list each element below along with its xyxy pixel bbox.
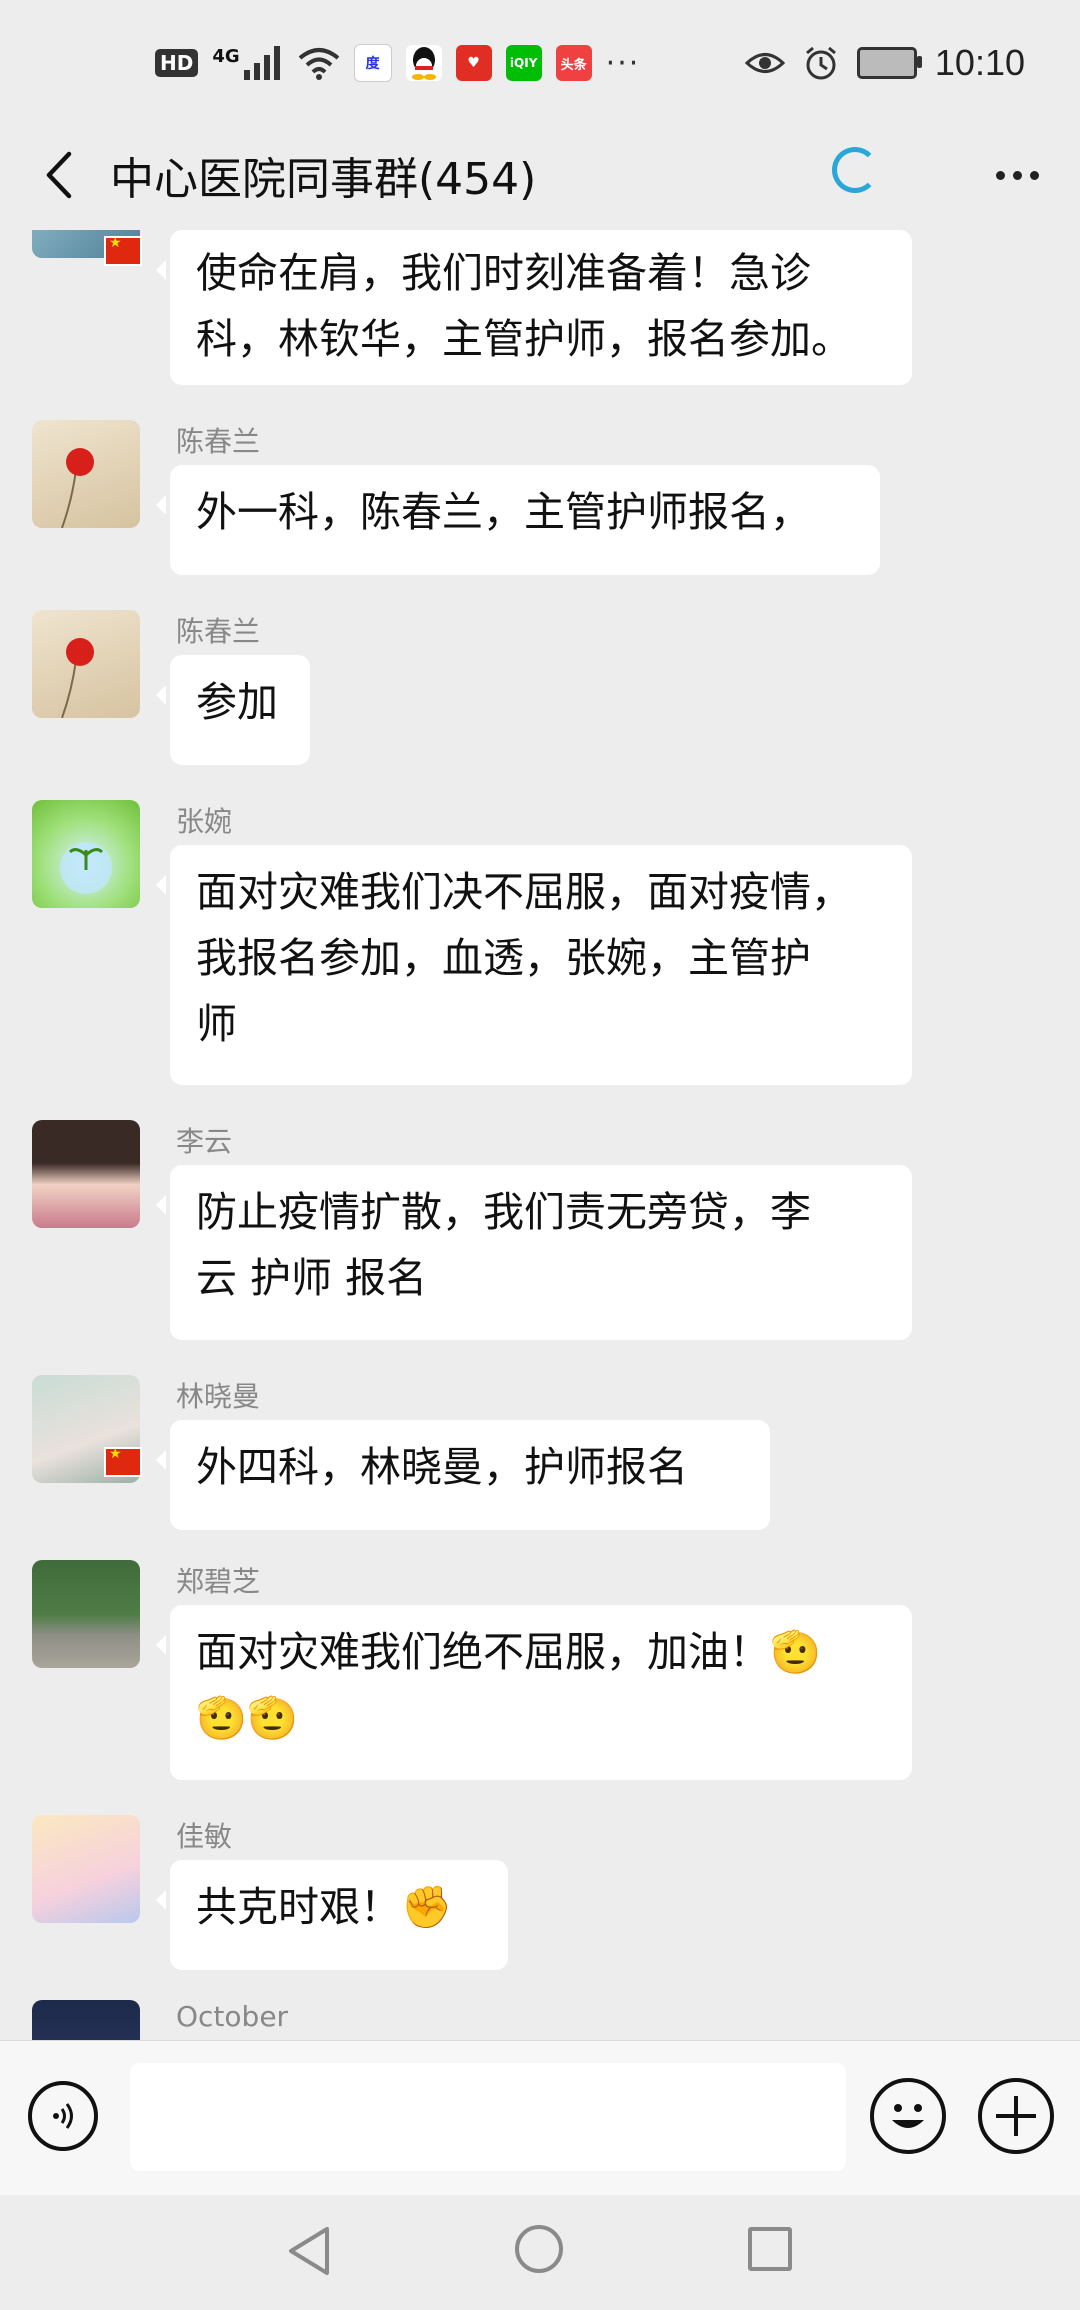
message-line: 共克时艰！✊ [196, 1883, 453, 1931]
message-line: 师 [196, 1000, 237, 1048]
message-text-input[interactable] [130, 2063, 846, 2171]
sender-name: October [176, 2000, 289, 2033]
voice-input-button[interactable] [28, 2081, 98, 2151]
avatar[interactable] [32, 1120, 140, 1228]
loading-spinner-icon [832, 147, 878, 193]
back-button[interactable] [28, 145, 88, 205]
nav-recent-apps-icon[interactable] [748, 2227, 792, 2271]
message-list[interactable]: 使命在肩，我们时刻准备着！急诊 科，林钦华，主管护师，报名参加。 陈春兰 外一科… [0, 230, 1080, 2040]
chevron-left-icon [46, 151, 72, 199]
iqiyi-app-icon: iQIY [505, 45, 542, 81]
toutiao-app-icon: 头条 [555, 45, 592, 81]
message-line: 我报名参加，血透，张婉，主管护 [196, 934, 811, 982]
avatar[interactable] [32, 2000, 140, 2040]
message-bubble[interactable]: 面对灾难我们决不屈服，面对疫情， 我报名参加，血透，张婉，主管护 师 [156, 845, 912, 1085]
dot-icon [995, 170, 1005, 180]
message-bubble[interactable]: 参加 [156, 655, 310, 765]
message-line: 外一科，陈春兰，主管护师报名， [196, 488, 811, 536]
message-line: 面对灾难我们决不屈服，面对疫情， [196, 868, 852, 916]
status-bar: HD 4G 度 ♥ iQIY 头条 ··· 10:10 [0, 0, 1080, 125]
pinduoduo-app-icon: ♥ [455, 45, 492, 81]
sender-name: 佳敏 [176, 1820, 233, 1853]
message-line: 云 护师 报名 [196, 1254, 428, 1302]
wifi-icon [298, 48, 339, 80]
avatar[interactable] [32, 800, 140, 908]
message-line: 科，林钦华，主管护师，报名参加。 [196, 315, 852, 363]
message-bubble[interactable]: 防止疫情扩散，我们责无旁贷，李 云 护师 报名 [156, 1165, 912, 1340]
more-options-button[interactable] [982, 145, 1052, 205]
sender-name: 张婉 [176, 805, 233, 838]
message-line: 🫡🫡 [196, 1694, 299, 1742]
group-title: 中心医院同事群(454) [110, 154, 537, 205]
avatar[interactable] [32, 420, 140, 528]
dot-icon [1012, 170, 1022, 180]
sender-name: 陈春兰 [176, 425, 261, 458]
nav-home-icon[interactable] [515, 2225, 563, 2273]
message-bubble[interactable]: 面对灾难我们绝不屈服，加油！🫡 🫡🫡 [156, 1605, 912, 1780]
eye-comfort-icon [744, 53, 785, 73]
status-right: 10:10 [744, 38, 1025, 88]
network-type: 4G [212, 45, 240, 67]
poppy-flower-icon [61, 448, 94, 528]
baidu-app-icon: 度 [353, 44, 392, 82]
emoji-button[interactable] [870, 2078, 946, 2154]
qq-app-icon [405, 45, 442, 81]
hd-badge: HD [155, 49, 199, 77]
sender-name: 林晓曼 [176, 1380, 261, 1413]
avatar[interactable] [32, 1560, 140, 1668]
sender-name: 郑碧芝 [176, 1565, 261, 1598]
smiley-face-icon [892, 2104, 924, 2128]
nav-back-icon[interactable] [285, 2225, 333, 2277]
avatar[interactable] [32, 610, 140, 718]
message-line: 防止疫情扩散，我们责无旁贷，李 [196, 1188, 811, 1236]
voice-icon [53, 2103, 73, 2129]
message-bubble[interactable]: 共克时艰！✊ [156, 1860, 508, 1970]
message-bubble[interactable]: 外四科，林晓曼，护师报名 [156, 1420, 770, 1530]
more-notifications-indicator: ··· [605, 45, 641, 81]
alarm-icon [805, 46, 836, 80]
avatar[interactable] [32, 1815, 140, 1923]
message-line: 面对灾难我们绝不屈服，加油！🫡 [196, 1628, 822, 1676]
sender-name: 陈春兰 [176, 615, 261, 648]
message-line: 使命在肩，我们时刻准备着！急诊 [196, 249, 811, 297]
message-line: 参加 [196, 678, 278, 726]
china-flag-icon [104, 235, 142, 266]
dot-icon [1029, 170, 1039, 180]
system-navigation-bar [0, 2195, 1080, 2310]
battery-icon [856, 47, 922, 79]
message-bubble[interactable]: 使命在肩，我们时刻准备着！急诊 科，林钦华，主管护师，报名参加。 [156, 230, 912, 385]
clock-time: 10:10 [934, 42, 1025, 83]
message-bubble[interactable]: 外一科，陈春兰，主管护师报名， [156, 465, 880, 575]
china-flag-icon [104, 1446, 142, 1477]
sender-name: 李云 [176, 1125, 233, 1158]
poppy-flower-icon [61, 638, 94, 718]
status-left: HD 4G 度 ♥ iQIY 头条 ··· [155, 38, 640, 88]
input-bar [0, 2040, 1080, 2196]
seedling-globe-icon [60, 842, 112, 894]
more-functions-button[interactable] [978, 2078, 1054, 2154]
message-line: 外四科，林晓曼，护师报名 [196, 1443, 688, 1491]
chat-header: 中心医院同事群(454) [0, 125, 1080, 230]
signal-icon [243, 46, 280, 80]
